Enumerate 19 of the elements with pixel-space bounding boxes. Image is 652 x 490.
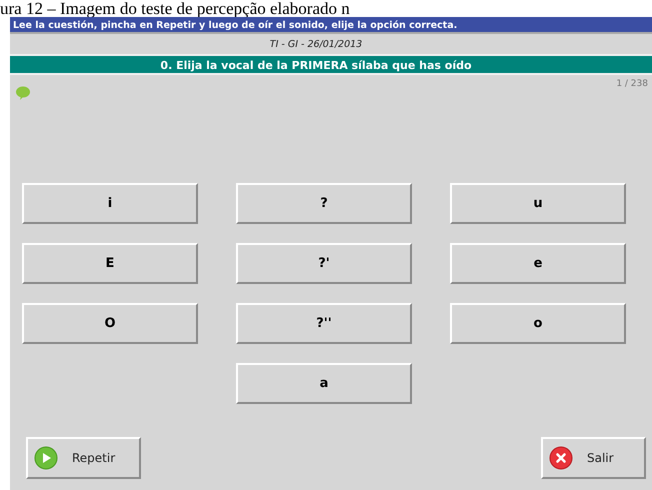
answer-option[interactable]: o bbox=[450, 303, 626, 344]
close-icon bbox=[549, 446, 573, 470]
answer-option[interactable]: O bbox=[22, 303, 198, 344]
answer-option[interactable]: ?' bbox=[236, 243, 412, 284]
answer-option[interactable]: u bbox=[450, 183, 626, 224]
answer-option[interactable]: e bbox=[450, 243, 626, 284]
answer-option[interactable]: i bbox=[22, 183, 198, 224]
repeat-button[interactable]: Repetir bbox=[26, 437, 141, 479]
caption: ura 12 – Imagem do teste de percepção elaborado n bbox=[0, 0, 351, 17]
exit-button[interactable]: Salir bbox=[541, 437, 646, 479]
answer-option[interactable]: ? bbox=[236, 183, 412, 224]
answer-option[interactable]: E bbox=[22, 243, 198, 284]
question-bar: 0. Elija la vocal de la PRIMERA sílaba que has oído bbox=[10, 56, 652, 75]
instruction-bar: Lee la cuestión, pincha en Repetir y luego de oír el sonido, elije la opción correcta. bbox=[10, 17, 652, 34]
speech-bubble-icon[interactable] bbox=[15, 86, 31, 100]
question-counter: 1 / 238 bbox=[616, 78, 648, 91]
answer-option[interactable]: ?'' bbox=[236, 303, 412, 344]
play-icon bbox=[34, 446, 58, 470]
answer-option[interactable]: a bbox=[236, 363, 412, 404]
